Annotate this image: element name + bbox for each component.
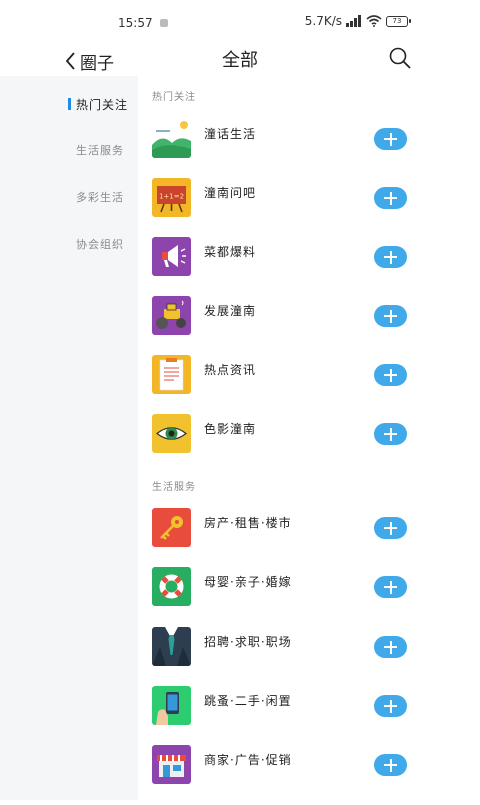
list-item[interactable]: 发展潼南	[138, 296, 480, 356]
eye-icon	[152, 414, 191, 453]
blackboard-icon: 1+1=2	[152, 178, 191, 217]
list-item-label: 母婴·亲子·婚嫁	[204, 575, 292, 589]
sidebar-item-label: 协会组织	[76, 238, 124, 251]
battery-icon: 73	[386, 15, 411, 27]
suit-tie-icon	[152, 627, 191, 666]
plus-icon[interactable]	[374, 517, 407, 539]
lifebuoy-icon	[152, 567, 191, 606]
list-item[interactable]: 商家·广告·促销	[138, 745, 480, 805]
sidebar-item-associations[interactable]: 协会组织	[0, 228, 138, 258]
storefront-icon	[152, 745, 191, 784]
list-item-label: 色影潼南	[204, 422, 257, 436]
plus-icon[interactable]	[374, 246, 407, 268]
svg-text:1+1=2: 1+1=2	[159, 193, 184, 201]
list-item-label: 菜都爆料	[204, 245, 257, 259]
sidebar-item-label: 生活服务	[76, 144, 124, 157]
plus-icon[interactable]	[374, 636, 407, 658]
sidebar-item-hot[interactable]: 热门关注	[0, 88, 138, 118]
list-item-label: 热点资讯	[204, 363, 257, 377]
plus-icon[interactable]	[374, 187, 407, 209]
section-title: 生活服务	[152, 482, 196, 493]
list-item-label: 潼南问吧	[204, 186, 257, 200]
nav-bar: 圈子 全部	[0, 42, 480, 76]
megaphone-icon	[152, 237, 191, 276]
sidebar-item-colorful-life[interactable]: 多彩生活	[0, 181, 138, 211]
list-item[interactable]: 1+1=2 潼南问吧	[138, 178, 480, 238]
list-item[interactable]: 母婴·亲子·婚嫁	[138, 567, 480, 627]
road-roller-icon	[152, 296, 191, 335]
plus-icon[interactable]	[374, 754, 407, 776]
plus-icon[interactable]	[374, 576, 407, 598]
circle-list: 热门关注 潼话生活 1+1=2 潼南问吧 菜都爆料 发展潼南 热点资讯 色影潼南…	[138, 76, 480, 800]
plus-icon[interactable]	[374, 305, 407, 327]
plus-icon[interactable]	[374, 364, 407, 386]
section-title: 热门关注	[152, 92, 196, 103]
list-item[interactable]: 潼话生活	[138, 119, 480, 179]
notification-icon	[160, 19, 168, 27]
clipboard-icon	[152, 355, 191, 394]
sidebar-item-label: 热门关注	[76, 98, 129, 112]
wifi-icon	[366, 15, 382, 27]
status-icons: 5.7K/s 73	[304, 14, 411, 28]
list-item[interactable]: 热点资讯	[138, 355, 480, 415]
sidebar-item-life-service[interactable]: 生活服务	[0, 134, 138, 164]
status-time: 15:57	[118, 16, 153, 30]
plus-icon[interactable]	[374, 128, 407, 150]
active-marker	[68, 98, 71, 110]
landscape-icon	[152, 119, 191, 158]
list-item-label: 商家·广告·促销	[204, 753, 292, 767]
list-item[interactable]: 菜都爆料	[138, 237, 480, 297]
signal-icon	[346, 15, 362, 27]
list-item[interactable]: 招聘·求职·职场	[138, 627, 480, 687]
list-item-label: 发展潼南	[204, 304, 257, 318]
category-sidebar: 热门关注 生活服务 多彩生活 协会组织	[0, 76, 138, 800]
list-item-label: 房产·租售·楼市	[204, 516, 292, 530]
plus-icon[interactable]	[374, 695, 407, 717]
list-item[interactable]: 跳蚤·二手·闲置	[138, 686, 480, 746]
list-item-label: 招聘·求职·职场	[204, 635, 292, 649]
network-speed: 5.7K/s	[304, 14, 342, 28]
search-icon[interactable]	[388, 46, 412, 70]
sidebar-item-label: 多彩生活	[76, 191, 124, 204]
list-item[interactable]: 房产·租售·楼市	[138, 508, 480, 568]
status-bar: 15:57 5.7K/s 73	[0, 0, 480, 42]
phone-in-hand-icon	[152, 686, 191, 725]
key-icon	[152, 508, 191, 547]
plus-icon[interactable]	[374, 423, 407, 445]
list-item-label: 跳蚤·二手·闲置	[204, 694, 292, 708]
list-item[interactable]: 色影潼南	[138, 414, 480, 474]
list-item-label: 潼话生活	[204, 127, 257, 141]
